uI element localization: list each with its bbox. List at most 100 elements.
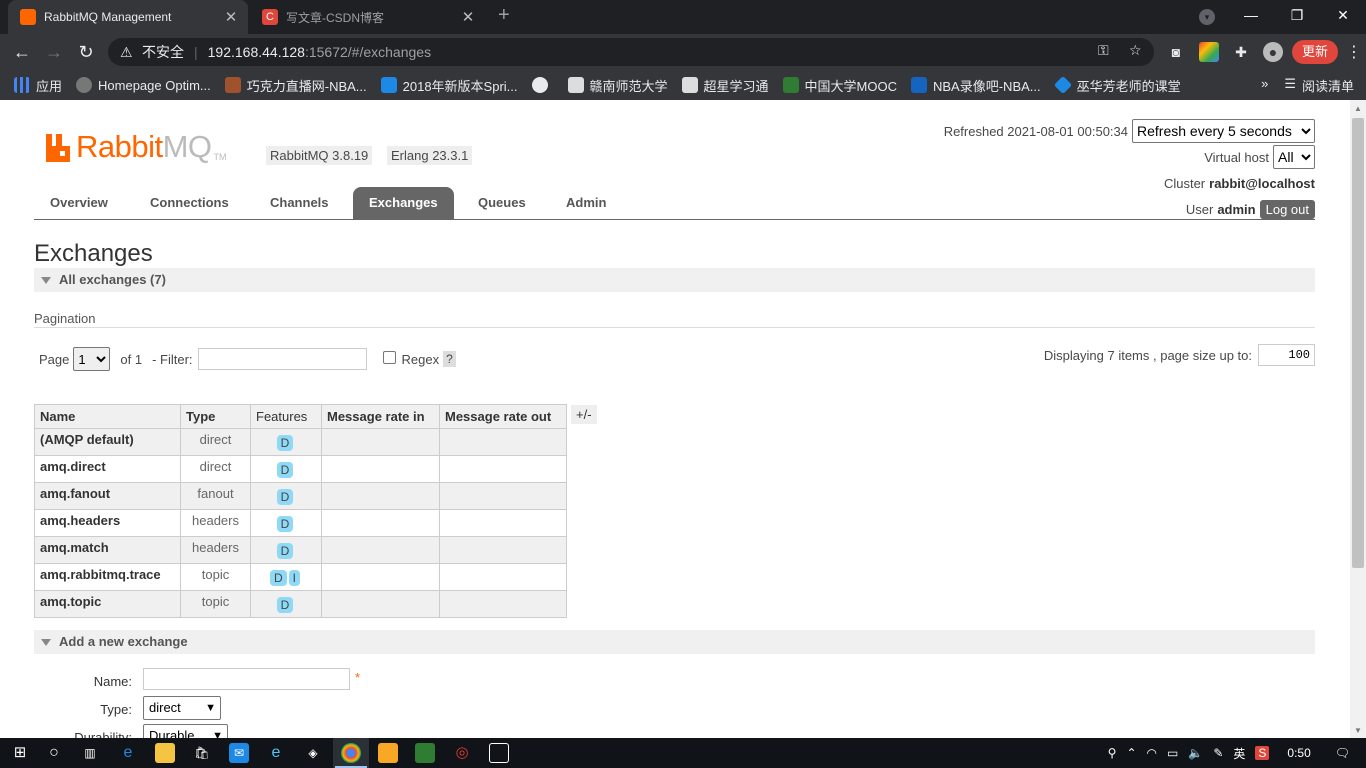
pen-icon[interactable]: ✎: [1213, 746, 1223, 760]
task-view-icon[interactable]: ▥: [80, 743, 100, 763]
exchange-name-input[interactable]: [143, 668, 350, 690]
bookmark-item[interactable]: 赣南师范大学: [567, 76, 668, 95]
people-icon[interactable]: ⚲: [1108, 746, 1117, 760]
chevron-up-icon[interactable]: ⌃: [1126, 746, 1136, 760]
bookmark-item[interactable]: [531, 77, 554, 93]
minimize-icon[interactable]: —: [1228, 0, 1274, 30]
exchange-name-link[interactable]: amq.topic: [34, 590, 181, 618]
more-bookmarks-icon[interactable]: »: [1261, 76, 1268, 95]
ie-icon[interactable]: e: [266, 743, 286, 763]
close-icon[interactable]: ✕: [220, 8, 242, 26]
update-button[interactable]: 更新: [1292, 40, 1338, 64]
close-icon[interactable]: ✕: [457, 8, 479, 26]
sogou-icon[interactable]: S: [1255, 746, 1270, 760]
extension-icon[interactable]: ◙: [1166, 42, 1186, 62]
column-header-rate-in[interactable]: Message rate in: [321, 404, 440, 429]
all-exchanges-section-header[interactable]: All exchanges (7): [34, 268, 1315, 292]
scroll-up-icon[interactable]: ▲: [1354, 104, 1362, 113]
mail-icon[interactable]: ✉: [229, 743, 249, 763]
exchange-name-link[interactable]: amq.fanout: [34, 482, 181, 510]
tab-rabbitmq[interactable]: RabbitMQ Management ✕: [8, 0, 248, 34]
new-tab-button[interactable]: +: [498, 4, 510, 27]
app-icon[interactable]: ◈: [303, 743, 323, 763]
avatar[interactable]: ●: [1263, 42, 1283, 62]
add-exchange-section-header[interactable]: Add a new exchange: [34, 630, 1315, 654]
color-extension-icon[interactable]: [1199, 42, 1219, 62]
reading-list-icon[interactable]: ☰: [1284, 76, 1296, 95]
scroll-down-icon[interactable]: ▼: [1354, 726, 1362, 735]
tab-admin[interactable]: Admin: [550, 187, 622, 219]
tab-exchanges[interactable]: Exchanges: [353, 187, 454, 219]
bookmark-item[interactable]: 2018年新版本Spri...: [380, 76, 518, 95]
chrome-icon[interactable]: [341, 743, 361, 763]
page-select[interactable]: 1: [73, 347, 111, 371]
bookmark-item[interactable]: NBA录像吧-NBA...: [911, 76, 1041, 95]
name-label: Name:: [93, 674, 132, 689]
bookmark-label: 超星学习通: [703, 78, 769, 94]
main-nav: Overview Connections Channels Exchanges …: [34, 187, 1315, 220]
exchange-name-link[interactable]: amq.match: [34, 536, 181, 564]
exchanges-table: Name Type Features Message rate in Messa…: [34, 404, 567, 618]
column-header-rate-out[interactable]: Message rate out: [439, 404, 567, 429]
bookmark-item[interactable]: 巫华芳老师的课堂: [1053, 75, 1181, 95]
app-icon[interactable]: [415, 743, 435, 763]
feature-badge: D: [276, 489, 294, 505]
bookmark-item[interactable]: 应用: [14, 76, 62, 95]
filter-input[interactable]: [197, 348, 367, 370]
store-icon[interactable]: 🛍: [192, 743, 212, 763]
columns-toggle-button[interactable]: +/-: [571, 405, 597, 424]
reading-list-label[interactable]: 阅读清单: [1302, 76, 1354, 95]
star-icon[interactable]: ☆: [1129, 42, 1142, 59]
exchange-name-link[interactable]: (AMQP default): [34, 428, 181, 456]
column-header-name[interactable]: Name: [34, 404, 181, 429]
bookmark-item[interactable]: Homepage Optim...: [76, 77, 211, 93]
durability-select[interactable]: Durable ▼: [143, 724, 228, 738]
volume-icon[interactable]: 🔈: [1188, 746, 1203, 760]
windows-start-icon[interactable]: ⊞: [10, 743, 30, 763]
ime-indicator[interactable]: 英: [1233, 745, 1245, 762]
exchange-name-link[interactable]: amq.rabbitmq.trace: [34, 563, 181, 591]
regex-checkbox[interactable]: [382, 350, 396, 364]
tab-channels[interactable]: Channels: [254, 187, 345, 219]
regex-help-button[interactable]: ?: [443, 351, 456, 367]
file-explorer-icon[interactable]: [155, 743, 175, 763]
reload-icon[interactable]: ↻: [74, 40, 98, 64]
address-bar[interactable]: ⚠ 不安全 | 192.168.44.128 :15672/#/exchange…: [108, 38, 1154, 66]
scrollbar-thumb[interactable]: [1352, 118, 1364, 568]
app-icon[interactable]: ◎: [452, 743, 472, 763]
menu-icon[interactable]: ⋮: [1346, 42, 1362, 62]
tab-overview[interactable]: Overview: [34, 187, 124, 219]
bookmark-item[interactable]: 超星学习通: [681, 76, 769, 95]
tab-queues[interactable]: Queues: [462, 187, 542, 219]
restore-icon[interactable]: ❐: [1274, 0, 1320, 30]
bookmark-item[interactable]: 巧克力直播网-NBA...: [224, 76, 367, 95]
rabbitmq-logo[interactable]: RabbitMQ TM: [44, 130, 227, 162]
vhost-select[interactable]: All: [1273, 145, 1315, 169]
back-icon[interactable]: ←: [10, 40, 34, 64]
tab-search-icon[interactable]: ▾: [1199, 9, 1215, 25]
vertical-scrollbar[interactable]: ▲ ▼: [1350, 100, 1366, 738]
puzzle-icon[interactable]: ✚: [1231, 42, 1251, 62]
exchange-type-select[interactable]: direct ▼: [143, 696, 221, 720]
notification-icon[interactable]: 🗨: [1335, 746, 1350, 760]
tab-connections[interactable]: Connections: [134, 187, 245, 219]
clock[interactable]: 0:50: [1287, 746, 1310, 760]
key-icon[interactable]: ⚿: [1098, 42, 1109, 59]
forward-icon[interactable]: →: [42, 40, 66, 64]
tab-csdn[interactable]: C 写文章-CSDN博客 ✕: [250, 0, 485, 34]
select-value: Durable: [149, 728, 195, 738]
battery-icon[interactable]: ▭: [1167, 746, 1178, 760]
app-icon[interactable]: [378, 743, 398, 763]
close-window-icon[interactable]: ✕: [1320, 0, 1366, 30]
bookmark-label: 巫华芳老师的课堂: [1076, 78, 1181, 94]
refresh-interval-select[interactable]: Refresh every 5 seconds: [1132, 119, 1315, 143]
edge-icon[interactable]: e: [118, 743, 138, 763]
exchange-name-link[interactable]: amq.direct: [34, 455, 181, 483]
exchange-name-link[interactable]: amq.headers: [34, 509, 181, 537]
app-icon[interactable]: [489, 743, 509, 763]
page-size-input[interactable]: [1258, 344, 1315, 366]
column-header-type[interactable]: Type: [180, 404, 251, 429]
search-icon[interactable]: ○: [44, 743, 64, 763]
wifi-icon[interactable]: ◠: [1147, 746, 1157, 760]
bookmark-item[interactable]: 中国大学MOOC: [782, 76, 897, 95]
